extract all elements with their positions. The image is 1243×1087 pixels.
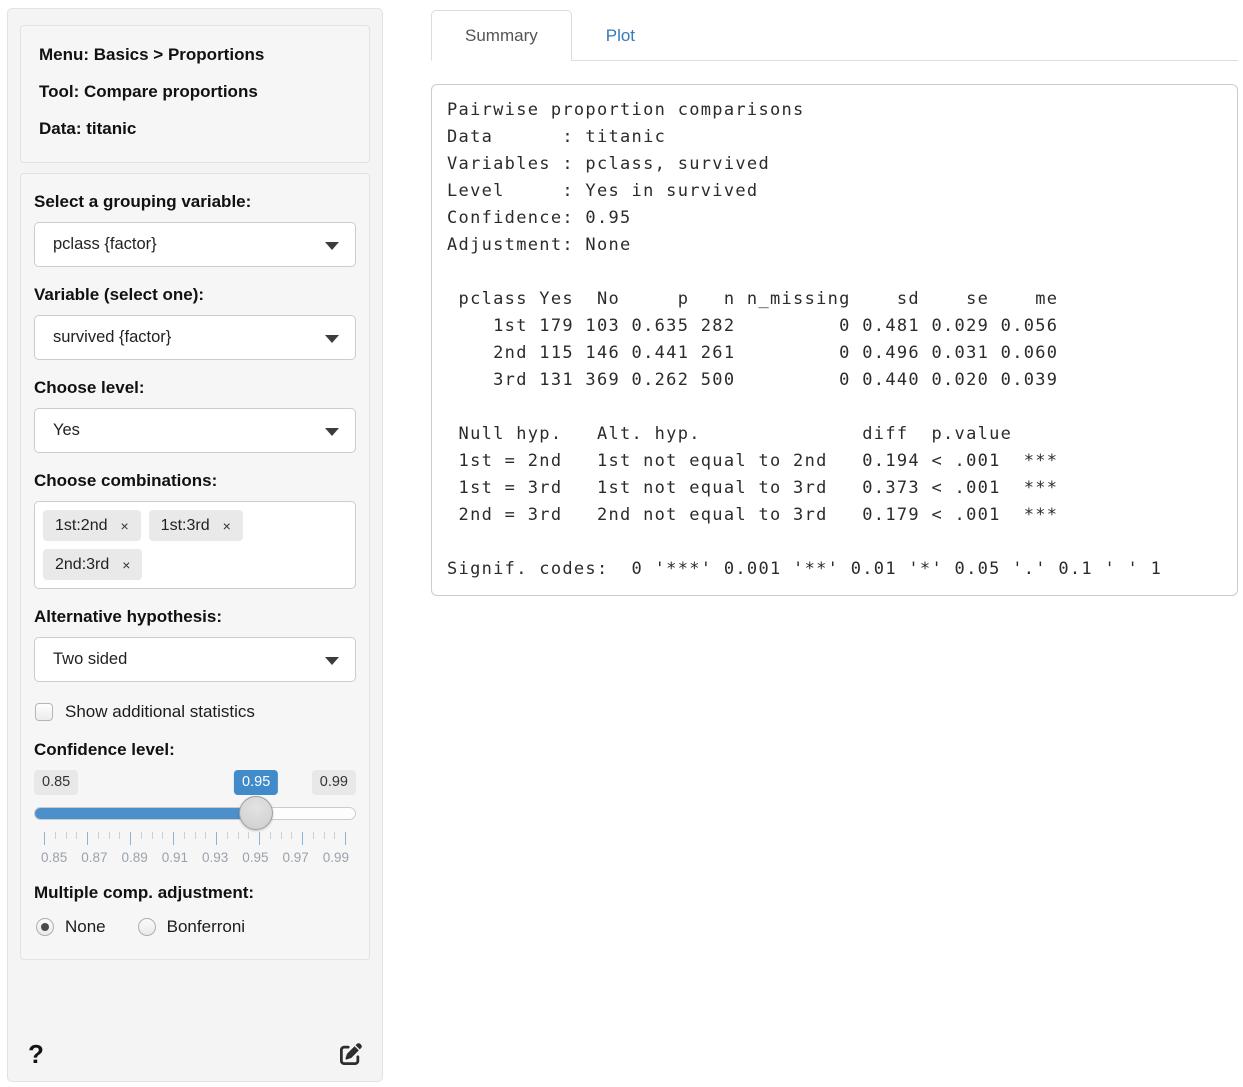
confidence-level-slider: 0.85 0.95 0.99 0.85 0.87 0.89 0.91 0.93 … bbox=[34, 770, 356, 865]
remove-token-icon[interactable]: × bbox=[120, 518, 128, 534]
slider-max-badge: 0.99 bbox=[312, 770, 356, 795]
combination-token-label: 1st:3rd bbox=[161, 517, 210, 535]
level-select[interactable]: Yes bbox=[34, 408, 356, 453]
menu-breadcrumb: Menu: Basics > Proportions bbox=[39, 45, 351, 65]
combination-token[interactable]: 1st:3rd × bbox=[149, 510, 243, 541]
combination-token-label: 2nd:3rd bbox=[55, 556, 109, 574]
slider-tick-labels: 0.85 0.87 0.89 0.91 0.93 0.95 0.97 0.99 bbox=[34, 850, 356, 865]
show-additional-statistics-label: Show additional statistics bbox=[65, 702, 255, 722]
tick-label: 0.91 bbox=[155, 850, 195, 865]
tick-label: 0.99 bbox=[316, 850, 356, 865]
tab-plot[interactable]: Plot bbox=[572, 10, 669, 61]
alternative-hypothesis-label: Alternative hypothesis: bbox=[34, 607, 356, 627]
adjustment-option-label: None bbox=[65, 917, 106, 937]
tick-label: 0.87 bbox=[74, 850, 114, 865]
slider-min-badge: 0.85 bbox=[34, 770, 78, 795]
slider-handle[interactable] bbox=[239, 796, 273, 830]
combination-token[interactable]: 2nd:3rd × bbox=[43, 549, 142, 580]
chevron-down-icon bbox=[325, 335, 339, 343]
radio-unselected-icon[interactable] bbox=[138, 918, 156, 936]
level-label: Choose level: bbox=[34, 378, 356, 398]
tab-summary[interactable]: Summary bbox=[431, 10, 572, 61]
show-additional-statistics-checkbox[interactable] bbox=[35, 703, 53, 721]
main-panel: Summary Plot Pairwise proportion compari… bbox=[431, 10, 1238, 596]
tick-label: 0.93 bbox=[195, 850, 235, 865]
variable-value: survived {factor} bbox=[53, 328, 171, 347]
adjustment-radio-bonferroni[interactable]: Bonferroni bbox=[138, 917, 245, 937]
grouping-variable-value: pclass {factor} bbox=[53, 235, 157, 254]
help-icon[interactable]: ? bbox=[28, 1041, 44, 1067]
adjustment-option-label: Bonferroni bbox=[167, 917, 245, 937]
alternative-hypothesis-value: Two sided bbox=[53, 650, 127, 669]
combination-token[interactable]: 1st:2nd × bbox=[43, 510, 141, 541]
confidence-level-label: Confidence level: bbox=[34, 740, 356, 760]
summary-output-box: Pairwise proportion comparisons Data : t… bbox=[431, 84, 1238, 596]
combinations-input[interactable]: 1st:2nd × 1st:3rd × 2nd:3rd × bbox=[34, 501, 356, 589]
remove-token-icon[interactable]: × bbox=[223, 518, 231, 534]
chevron-down-icon bbox=[325, 657, 339, 665]
sidebar: Menu: Basics > Proportions Tool: Compare… bbox=[7, 8, 383, 1082]
slider-fill bbox=[35, 808, 256, 819]
dataset-name: Data: titanic bbox=[39, 119, 351, 139]
adjustment-label: Multiple comp. adjustment: bbox=[34, 883, 356, 903]
tool-name: Tool: Compare proportions bbox=[39, 82, 351, 102]
chevron-down-icon bbox=[325, 242, 339, 250]
combinations-label: Choose combinations: bbox=[34, 471, 356, 491]
tick-label: 0.95 bbox=[235, 850, 275, 865]
tool-summary-panel: Menu: Basics > Proportions Tool: Compare… bbox=[20, 25, 370, 163]
tick-label: 0.97 bbox=[276, 850, 316, 865]
slider-value-badge: 0.95 bbox=[234, 770, 278, 795]
grouping-variable-select[interactable]: pclass {factor} bbox=[34, 222, 356, 267]
controls-panel: Select a grouping variable: pclass {fact… bbox=[20, 173, 370, 960]
radio-selected-icon[interactable] bbox=[36, 918, 54, 936]
variable-label: Variable (select one): bbox=[34, 285, 356, 305]
variable-select[interactable]: survived {factor} bbox=[34, 315, 356, 360]
combination-token-label: 1st:2nd bbox=[55, 517, 107, 535]
alternative-hypothesis-select[interactable]: Two sided bbox=[34, 637, 356, 682]
chevron-down-icon bbox=[325, 428, 339, 436]
slider-ticks bbox=[44, 832, 346, 845]
tick-label: 0.85 bbox=[34, 850, 74, 865]
summary-output-text: Pairwise proportion comparisons Data : t… bbox=[447, 97, 1222, 583]
level-value: Yes bbox=[53, 421, 80, 440]
tab-bar: Summary Plot bbox=[431, 10, 1238, 61]
slider-track[interactable] bbox=[34, 807, 356, 820]
tick-label: 0.89 bbox=[115, 850, 155, 865]
adjustment-radio-none[interactable]: None bbox=[36, 917, 106, 937]
grouping-variable-label: Select a grouping variable: bbox=[34, 192, 356, 212]
remove-token-icon[interactable]: × bbox=[122, 557, 130, 573]
edit-report-icon[interactable] bbox=[340, 1043, 362, 1065]
